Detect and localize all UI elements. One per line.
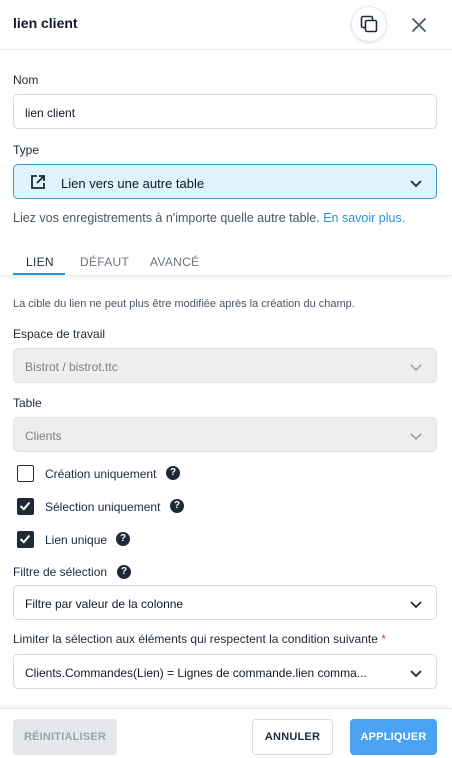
condition-select-value: Clients.Commandes(Lien) = Lignes de comm…: [25, 666, 367, 680]
panel-title: lien client: [13, 15, 78, 31]
selection-filter-select[interactable]: Filtre par valeur de la colonne: [13, 585, 437, 620]
table-label: Table: [13, 396, 42, 410]
duplicate-button[interactable]: [351, 6, 387, 42]
name-label: Nom: [13, 73, 39, 87]
table-select: Clients: [13, 417, 437, 452]
close-button[interactable]: [406, 12, 432, 38]
chevron-down-icon: [410, 361, 422, 375]
name-input-value: lien client: [25, 106, 76, 120]
type-select[interactable]: Lien vers une autre table: [13, 164, 437, 199]
help-icon[interactable]: ?: [166, 466, 180, 480]
check-icon: [19, 501, 31, 511]
chevron-down-icon: [410, 430, 422, 444]
type-help-description: Liez vos enregistrements à n'importe que…: [13, 211, 320, 225]
learn-more-link[interactable]: En savoir plus.: [323, 211, 405, 225]
chevron-down-icon: [410, 598, 422, 612]
help-icon[interactable]: ?: [170, 499, 184, 513]
chevron-down-icon: [410, 667, 422, 681]
external-link-icon: [29, 173, 47, 194]
checkbox-label: Création uniquement: [45, 467, 157, 481]
filter-label-text: Filtre de sélection: [13, 565, 108, 579]
condition-select[interactable]: Clients.Commandes(Lien) = Lignes de comm…: [13, 654, 437, 689]
close-icon: [412, 18, 426, 32]
panel-header: lien client: [0, 0, 452, 50]
name-input[interactable]: lien client: [13, 94, 437, 129]
workspace-select-value: Bistrot / bistrot.ttc: [25, 360, 118, 374]
required-mark: *: [381, 632, 386, 646]
checkbox-label: Lien unique: [45, 533, 108, 547]
help-icon[interactable]: ?: [116, 532, 130, 546]
field-tabs: LIEN DÉFAUT AVANCÉ: [0, 248, 452, 276]
type-label: Type: [13, 143, 40, 157]
check-icon: [19, 534, 31, 544]
workspace-label: Espace de travail: [13, 327, 106, 341]
help-icon[interactable]: ?: [117, 565, 131, 579]
checkbox[interactable]: [17, 465, 34, 482]
tab-defaut[interactable]: DÉFAUT: [80, 255, 129, 269]
selection-filter-value: Filtre par valeur de la colonne: [25, 597, 184, 611]
checkbox-label: Sélection uniquement: [45, 500, 161, 514]
checkbox[interactable]: [17, 531, 34, 548]
type-help-text: Liez vos enregistrements à n'importe que…: [13, 211, 405, 225]
tab-avance[interactable]: AVANCÉ: [150, 255, 199, 269]
condition-label-text: Limiter la sélection aux éléments qui re…: [13, 632, 378, 646]
tab-lien[interactable]: LIEN: [26, 255, 54, 269]
apply-button[interactable]: APPLIQUER: [350, 719, 437, 755]
panel-footer: RÉINITIALISER ANNULER APPLIQUER: [0, 708, 452, 758]
type-select-value: Lien vers une autre table: [61, 176, 205, 191]
workspace-select: Bistrot / bistrot.ttc: [13, 348, 437, 383]
active-tab-indicator: [13, 273, 65, 275]
cancel-button[interactable]: ANNULER: [252, 719, 333, 755]
filter-label: Filtre de sélection: [13, 565, 107, 579]
checkbox[interactable]: [17, 498, 34, 515]
duplicate-icon: [360, 15, 378, 33]
chevron-down-icon: [410, 177, 422, 191]
link-target-note: La cible du lien ne peut plus être modif…: [13, 298, 355, 310]
condition-label: Limiter la sélection aux éléments qui re…: [13, 632, 386, 646]
table-select-value: Clients: [25, 429, 62, 443]
reset-button[interactable]: RÉINITIALISER: [13, 719, 117, 755]
